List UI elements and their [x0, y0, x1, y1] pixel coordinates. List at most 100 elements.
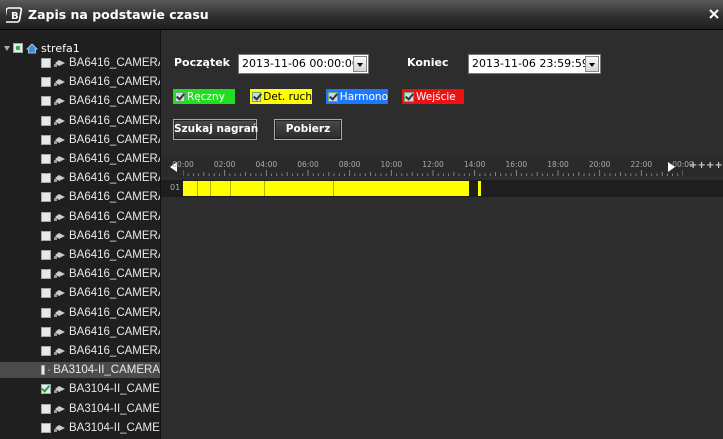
camera-checkbox[interactable] [41, 192, 51, 203]
tree-camera-item[interactable]: BA6416_CAMERA07 [41, 170, 160, 186]
camera-checkbox[interactable] [41, 77, 51, 88]
camera-checkbox[interactable] [41, 154, 51, 164]
tree-camera-item[interactable]: BA6416_CAMERA02 [41, 74, 160, 90]
tree-camera-item[interactable]: BA6416_CAMERA11 [41, 247, 160, 263]
time-tick-label: 18:00 [547, 160, 569, 169]
segment-divider [210, 181, 212, 196]
camera-label: BA6416_CAMERA07 [69, 172, 160, 185]
camera-checkbox[interactable] [41, 403, 51, 414]
tree-camera-item[interactable]: BA6416_CAMERA03 [41, 93, 160, 109]
start-datetime-field[interactable]: 2013-11-06 00:00:00 [238, 54, 369, 74]
camera-checkbox[interactable] [41, 173, 51, 184]
end-datetime-field[interactable]: 2013-11-06 23:59:59 [468, 54, 601, 74]
event-filter-chip[interactable]: Harmono [326, 89, 388, 104]
filter-checkbox[interactable] [252, 91, 262, 102]
camera-checkbox[interactable] [41, 250, 51, 260]
camera-checkbox[interactable] [41, 365, 45, 376]
tree-camera-item[interactable]: BA6416_CAMERA14 [41, 305, 160, 321]
time-tick-label: 20:00 [588, 160, 611, 169]
camera-checkbox[interactable] [41, 346, 51, 356]
tree-camera-item[interactable]: BA3104-II_CAMERA [41, 381, 160, 397]
camera-tree: strefa1 BA6416_CAMERA01 BA6416_CAMERA02 BA… [0, 30, 161, 439]
camera-checkbox[interactable] [41, 211, 51, 222]
zoom-out-button[interactable]: ++ [706, 160, 723, 171]
camera-checkbox[interactable] [41, 230, 51, 241]
camera-label: BA3104-II_CAMERA [69, 402, 160, 415]
camera-checkbox[interactable] [41, 422, 51, 433]
camera-label: BA6416_CAMERA14 [69, 306, 160, 319]
tree-camera-item[interactable]: BA6416_CAMERA16 [41, 343, 160, 359]
zone-house-icon [26, 42, 38, 53]
time-tick-label: 02:00 [213, 160, 236, 169]
camera-checkbox[interactable] [41, 96, 51, 107]
camera-icon [54, 117, 65, 125]
camera-icon [47, 369, 51, 372]
camera-icon [54, 348, 65, 355]
camera-checkbox[interactable] [41, 115, 51, 126]
segment-divider [196, 181, 198, 196]
camera-checkbox[interactable] [41, 269, 51, 280]
app-logo-icon: B [6, 7, 23, 23]
camera-icon [54, 309, 65, 317]
filter-label: Ręczny [187, 90, 225, 103]
download-button[interactable]: Pobierz [274, 119, 342, 140]
tree-camera-item[interactable]: BA6416_CAMERA09 [41, 209, 160, 225]
start-dropdown-button[interactable] [353, 56, 367, 72]
tree-root-strefa1[interactable]: strefa1 [4, 41, 80, 55]
scroll-right-icon[interactable] [667, 162, 675, 172]
event-filter-chip[interactable]: Ręczny [173, 89, 235, 104]
window-title: Zapis na podstawie czasu [28, 7, 209, 22]
camera-label: BA6416_CAMERA05 [69, 133, 160, 146]
tree-camera-item[interactable]: BA3104-II_CAMERA [41, 401, 160, 417]
segment-divider [264, 181, 266, 196]
camera-icon [54, 60, 65, 67]
time-tick-label: 16:00 [505, 160, 528, 169]
camera-checkbox[interactable] [41, 288, 51, 299]
camera-checkbox[interactable] [41, 58, 51, 68]
tree-camera-item[interactable]: BA6416_CAMERA12 [41, 266, 160, 282]
camera-icon [54, 290, 65, 298]
search-recordings-button[interactable]: Szukaj nagrań [173, 119, 258, 140]
timeline-ruler[interactable]: 00:00 02:00 04:00 06:00 08:00 10:00 12:00 14:00… [161, 157, 723, 177]
tree-camera-item[interactable]: BA6416_CAMERA08 [41, 189, 160, 205]
tree-camera-item[interactable]: BA3104-II_CAMERA [0, 362, 160, 379]
time-tick-label: 04:00 [255, 160, 278, 169]
filter-checkbox[interactable] [175, 91, 185, 102]
zoom-in-button[interactable]: ++ [689, 160, 706, 171]
filter-checkbox[interactable] [328, 91, 338, 102]
camera-checkbox[interactable] [41, 384, 51, 395]
time-tick-label: 12:00 [422, 160, 444, 169]
event-filter-chip[interactable]: Det. ruch [250, 89, 312, 104]
camera-checkbox[interactable] [41, 326, 51, 337]
end-dropdown-button[interactable] [585, 56, 599, 72]
camera-icon [54, 328, 65, 336]
tree-camera-item[interactable]: BA6416_CAMERA06 [41, 151, 160, 167]
camera-label: BA6416_CAMERA01 [69, 57, 160, 69]
tree-camera-item[interactable]: BA6416_CAMERA15 [41, 324, 160, 340]
end-datetime-value: 2013-11-06 23:59:59 [472, 57, 589, 70]
filter-checkbox[interactable] [404, 91, 414, 102]
tree-camera-item[interactable]: BA6416_CAMERA10 [41, 228, 160, 244]
root-checkbox[interactable] [13, 43, 23, 53]
tree-camera-item[interactable]: BA6416_CAMERA05 [41, 132, 160, 148]
tree-camera-item[interactable]: BA6416_CAMERA13 [41, 285, 160, 301]
close-icon[interactable] [708, 8, 720, 20]
event-filter-chip[interactable]: Wejście [402, 89, 464, 104]
camera-checkbox[interactable] [41, 307, 51, 318]
time-tick-label: 14:00 [463, 160, 486, 169]
svg-text:B: B [11, 11, 19, 22]
time-tick-label: 06:00 [297, 160, 319, 169]
expand-arrow-icon[interactable] [4, 45, 10, 51]
camera-icon [54, 424, 65, 432]
tree-camera-item[interactable]: BA6416_CAMERA04 [41, 113, 160, 129]
recording-track[interactable]: 01 [161, 180, 723, 197]
tree-camera-item[interactable]: BA3104-II_CAMERA [41, 420, 160, 436]
filter-label: Harmono [339, 90, 388, 103]
track-number: 01 [170, 183, 181, 192]
camera-checkbox[interactable] [41, 134, 51, 145]
recording-segment[interactable] [183, 181, 470, 196]
camera-icon [54, 194, 65, 202]
recording-segment[interactable] [477, 181, 481, 196]
start-datetime-value: 2013-11-06 00:00:00 [242, 57, 359, 70]
tree-camera-item[interactable]: BA6416_CAMERA01 [41, 55, 160, 71]
